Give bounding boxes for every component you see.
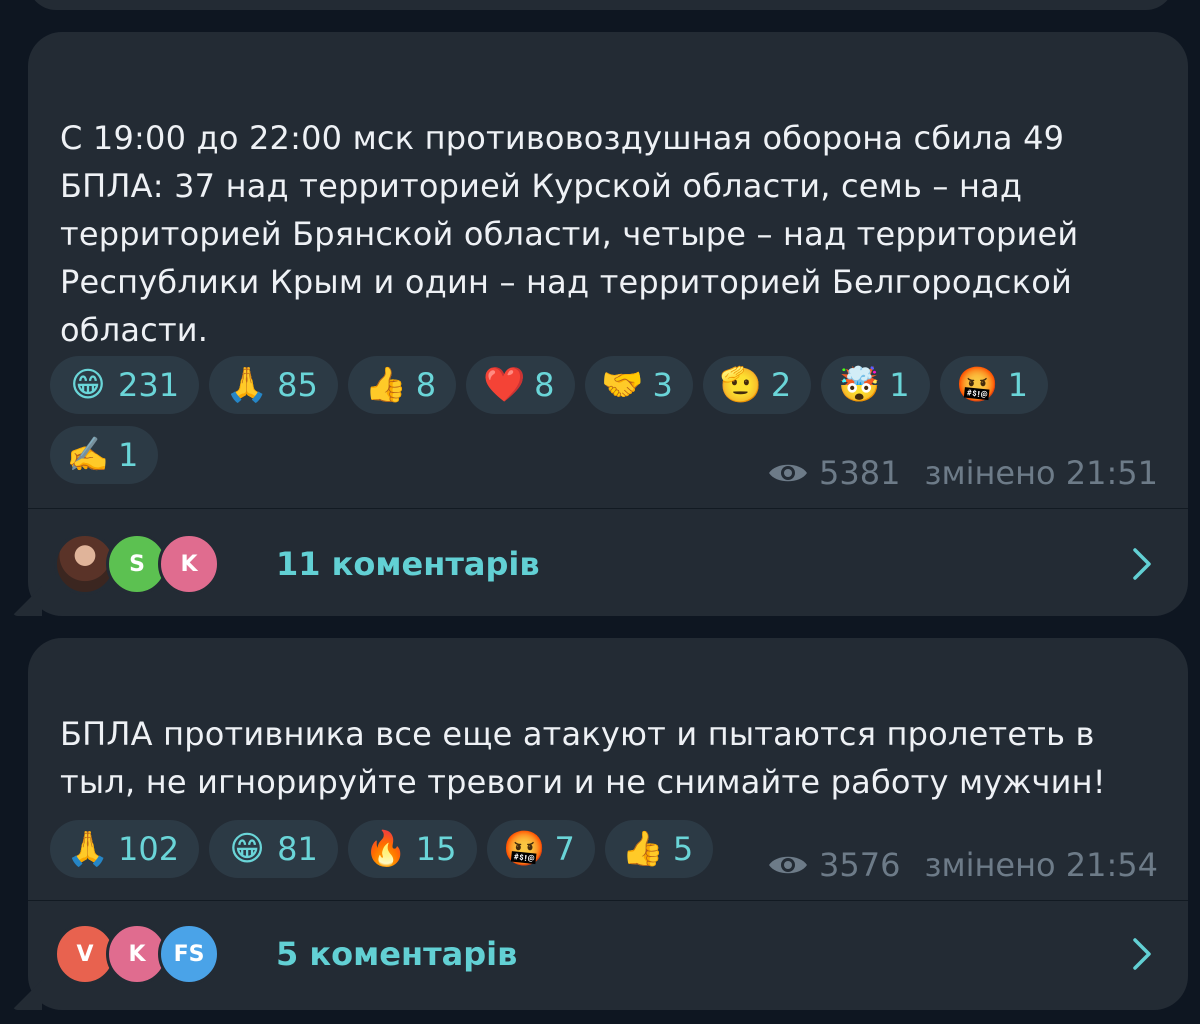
reaction-emoji: 🙏	[225, 365, 269, 405]
channel-message: С 19:00 до 22:00 мск противовоздушная об…	[12, 32, 1188, 616]
divider	[28, 508, 1188, 509]
message-meta: 5381 змінено 21:51	[767, 454, 1158, 492]
reaction-count: 102	[118, 830, 180, 868]
divider	[28, 900, 1188, 901]
comments-button[interactable]: V K FS 5 коментарів	[28, 904, 1188, 1004]
reaction-count: 1	[889, 366, 910, 404]
view-count: 5381	[819, 454, 901, 492]
comments-count-label: 5 коментарів	[276, 935, 518, 973]
reaction-button[interactable]: 🤯 1	[821, 356, 930, 414]
reaction-count: 85	[277, 366, 318, 404]
reaction-count: 2	[770, 366, 792, 404]
reaction-emoji: 🔥	[364, 829, 407, 869]
chevron-right-icon	[1132, 547, 1152, 585]
avatar: FS	[158, 923, 220, 985]
message-meta: 3576 змінено 21:54	[767, 846, 1158, 884]
edited-timestamp: змінено 21:51	[924, 454, 1158, 492]
edited-timestamp: змінено 21:54	[924, 846, 1158, 884]
view-count: 3576	[819, 846, 901, 884]
message-text: БПЛА противника все еще атакуют и пытают…	[60, 715, 1106, 801]
avatar: K	[158, 533, 220, 595]
reaction-button[interactable]: 🫡 2	[702, 356, 812, 414]
reaction-count: 81	[277, 830, 318, 868]
reaction-count: 15	[415, 830, 457, 868]
reaction-count: 8	[534, 366, 555, 404]
eye-icon	[767, 851, 809, 879]
reaction-emoji: 🫡	[719, 365, 763, 405]
reaction-count: 1	[118, 436, 139, 474]
reaction-emoji: 🤝	[601, 365, 644, 405]
reaction-count: 1	[1007, 366, 1028, 404]
reaction-button[interactable]: 🔥 15	[347, 820, 477, 878]
reaction-button[interactable]: 🤬 7	[486, 820, 595, 878]
reaction-button[interactable]: 🤝 3	[584, 356, 693, 414]
reaction-button[interactable]: 🤬 1	[939, 356, 1048, 414]
reaction-emoji: ❤️	[482, 365, 526, 405]
reaction-emoji: 🤯	[838, 365, 881, 405]
comments-button[interactable]: S K 11 коментарів	[28, 514, 1188, 614]
eye-icon	[767, 459, 809, 487]
reaction-button[interactable]: 👍 5	[604, 820, 714, 878]
reaction-count: 7	[554, 830, 575, 868]
reaction-emoji: 👍	[364, 365, 407, 405]
reaction-button[interactable]: ❤️ 8	[466, 356, 575, 414]
reaction-button[interactable]: 😁 81	[209, 820, 338, 878]
comments-count-label: 11 коментарів	[276, 545, 540, 583]
reaction-button[interactable]: 🙏 102	[50, 820, 200, 878]
reaction-emoji: 🤬	[956, 365, 999, 405]
reaction-emoji: 👍	[621, 829, 665, 869]
reaction-emoji: 😁	[229, 829, 265, 869]
reaction-emoji: 🙏	[66, 829, 110, 869]
reaction-count: 3	[652, 366, 673, 404]
reaction-count: 5	[672, 830, 694, 868]
reaction-button[interactable]: 🙏 85	[209, 356, 338, 414]
commenter-avatars: S K	[54, 529, 254, 599]
message-text: С 19:00 до 22:00 мск противовоздушная об…	[60, 119, 1079, 349]
chevron-right-icon	[1132, 937, 1152, 975]
reaction-button[interactable]: ✍️ 1	[50, 426, 159, 484]
reaction-count: 8	[415, 366, 437, 404]
channel-message: БПЛА противника все еще атакуют и пытают…	[12, 638, 1188, 1010]
reaction-emoji: 😁	[70, 365, 106, 405]
reaction-emoji: ✍️	[66, 435, 110, 475]
previous-message-bubble	[28, 0, 1174, 10]
reaction-button[interactable]: 👍 8	[347, 356, 457, 414]
reaction-count: 231	[118, 366, 180, 404]
commenter-avatars: V K FS	[54, 919, 254, 989]
reaction-button[interactable]: 😁 231	[50, 356, 200, 414]
reaction-emoji: 🤬	[503, 829, 546, 869]
